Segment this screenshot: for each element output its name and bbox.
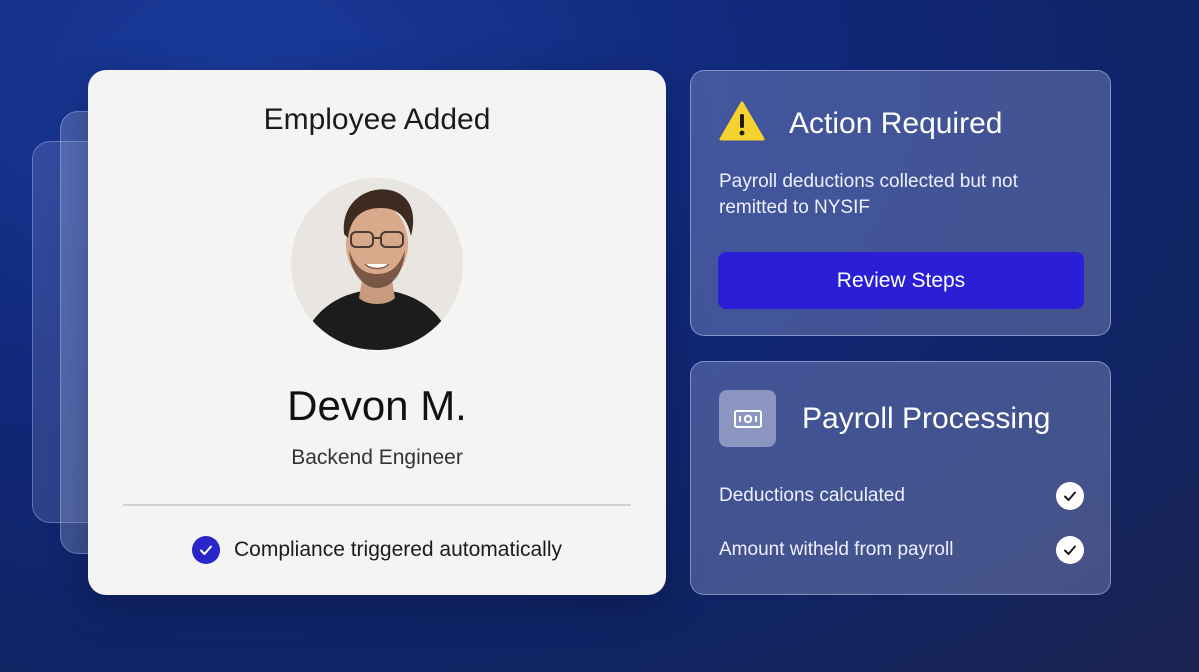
payroll-item-label: Amount witheld from payroll xyxy=(719,539,954,560)
payroll-processing-card: Payroll Processing Deductions calculated… xyxy=(690,361,1111,595)
compliance-text: Compliance triggered automatically xyxy=(234,538,562,561)
employee-card-title: Employee Added xyxy=(263,103,491,136)
avatar-portrait xyxy=(291,178,463,350)
employee-name: Devon M. xyxy=(287,382,467,429)
review-steps-button[interactable]: Review Steps xyxy=(718,252,1084,309)
payroll-item-label: Deductions calculated xyxy=(719,485,905,506)
money-icon xyxy=(719,390,776,447)
action-required-card: Action Required Payroll deductions colle… xyxy=(690,70,1111,336)
compliance-status: Compliance triggered automatically xyxy=(88,536,666,564)
employee-role: Backend Engineer xyxy=(291,446,463,469)
list-item: Amount witheld from payroll xyxy=(719,536,1084,564)
avatar xyxy=(291,178,463,350)
check-circle-icon xyxy=(1056,536,1084,564)
list-item: Deductions calculated xyxy=(719,482,1084,510)
warning-icon xyxy=(719,101,765,146)
payroll-card-header: Payroll Processing xyxy=(719,390,1050,447)
employee-added-card: Employee Added Devon M. Backend Engineer xyxy=(88,70,666,595)
payroll-card-title: Payroll Processing xyxy=(802,401,1051,435)
divider xyxy=(123,504,631,506)
action-card-header: Action Required xyxy=(719,101,1002,146)
check-circle-icon xyxy=(1056,482,1084,510)
action-card-description: Payroll deductions collected but not rem… xyxy=(719,171,1018,218)
check-circle-icon xyxy=(192,536,220,564)
action-card-title: Action Required xyxy=(789,106,1003,140)
